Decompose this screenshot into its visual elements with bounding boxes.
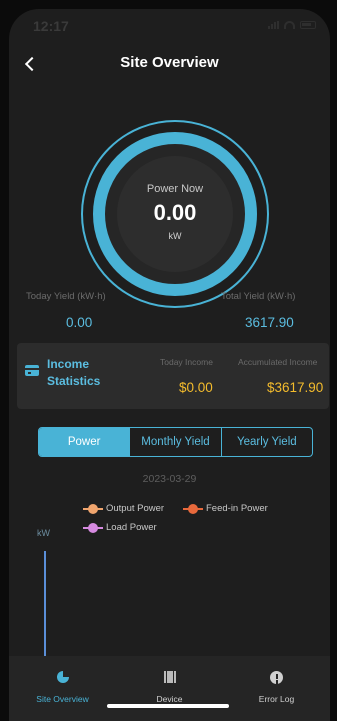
status-time: 12:17 bbox=[33, 18, 69, 34]
output-power-marker-icon bbox=[83, 503, 103, 514]
alert-icon bbox=[270, 671, 283, 684]
today-income-label: Today Income bbox=[160, 357, 213, 367]
tab-monthly-yield[interactable]: Monthly Yield bbox=[130, 428, 222, 456]
legend-output-power[interactable]: Output Power bbox=[83, 503, 164, 514]
power-gauge: Power Now 0.00 kW bbox=[81, 120, 269, 308]
nav-site-overview-label: Site Overview bbox=[36, 694, 89, 704]
today-income-value: $0.00 bbox=[179, 380, 213, 395]
power-now-value: 0.00 bbox=[153, 200, 197, 225]
legend-load-power-label: Load Power bbox=[106, 522, 157, 533]
load-power-marker-icon bbox=[83, 522, 103, 533]
wifi-icon bbox=[284, 21, 295, 29]
feed-in-power-marker-icon bbox=[183, 503, 203, 514]
app-screen: 12:17 Site Overview Power Now 0.00 kW To… bbox=[9, 9, 330, 721]
accumulated-income-value: $3617.90 bbox=[267, 380, 324, 395]
nav-error-log[interactable]: Error Log bbox=[223, 656, 330, 706]
nav-device-label: Device bbox=[156, 694, 183, 704]
nav-error-log-label: Error Log bbox=[258, 694, 295, 704]
credit-card-icon bbox=[25, 365, 39, 376]
signal-icon bbox=[268, 21, 279, 29]
tab-power[interactable]: Power bbox=[39, 428, 131, 456]
battery-icon bbox=[300, 21, 316, 29]
chart-date[interactable]: 2023-03-29 bbox=[9, 473, 330, 485]
income-statistics-card[interactable]: Income Statistics Today Income $0.00 Acc… bbox=[17, 343, 329, 409]
page-title: Site Overview bbox=[120, 54, 219, 71]
legend-feed-in-power[interactable]: Feed-in Power bbox=[183, 503, 268, 514]
pie-chart-icon bbox=[57, 671, 69, 683]
legend-load-power[interactable]: Load Power bbox=[83, 522, 157, 533]
chart-y-axis bbox=[44, 551, 46, 659]
nav-site-overview[interactable]: Site Overview bbox=[9, 656, 116, 706]
home-indicator[interactable] bbox=[107, 704, 229, 708]
legend-feed-in-power-label: Feed-in Power bbox=[206, 503, 268, 514]
total-yield-label: Total Yield (kW·h) bbox=[221, 291, 296, 302]
status-bar: 12:17 bbox=[9, 9, 330, 41]
total-yield-value: 3617.90 bbox=[245, 315, 294, 330]
today-yield-value: 0.00 bbox=[66, 315, 93, 330]
income-title: Income Statistics bbox=[47, 357, 101, 388]
power-unit: kW bbox=[168, 231, 182, 241]
gauge-ring: Power Now 0.00 kW bbox=[93, 132, 257, 296]
gauge-center: Power Now 0.00 kW bbox=[117, 156, 233, 272]
chart-y-unit: kW bbox=[37, 528, 50, 538]
status-icons bbox=[268, 21, 316, 29]
power-now-label: Power Now bbox=[146, 183, 204, 195]
page-header: Site Overview bbox=[9, 53, 330, 81]
nav-device[interactable]: Device bbox=[116, 656, 223, 706]
tab-yearly-yield[interactable]: Yearly Yield bbox=[222, 428, 312, 456]
today-yield-label: Today Yield (kW·h) bbox=[26, 291, 106, 302]
device-icon bbox=[164, 671, 176, 683]
bottom-nav: Site Overview Device Error Log bbox=[9, 656, 330, 721]
chart-tabs: Power Monthly Yield Yearly Yield bbox=[38, 427, 313, 457]
legend-output-power-label: Output Power bbox=[106, 503, 165, 514]
accumulated-income-label: Accumulated Income bbox=[238, 357, 318, 367]
